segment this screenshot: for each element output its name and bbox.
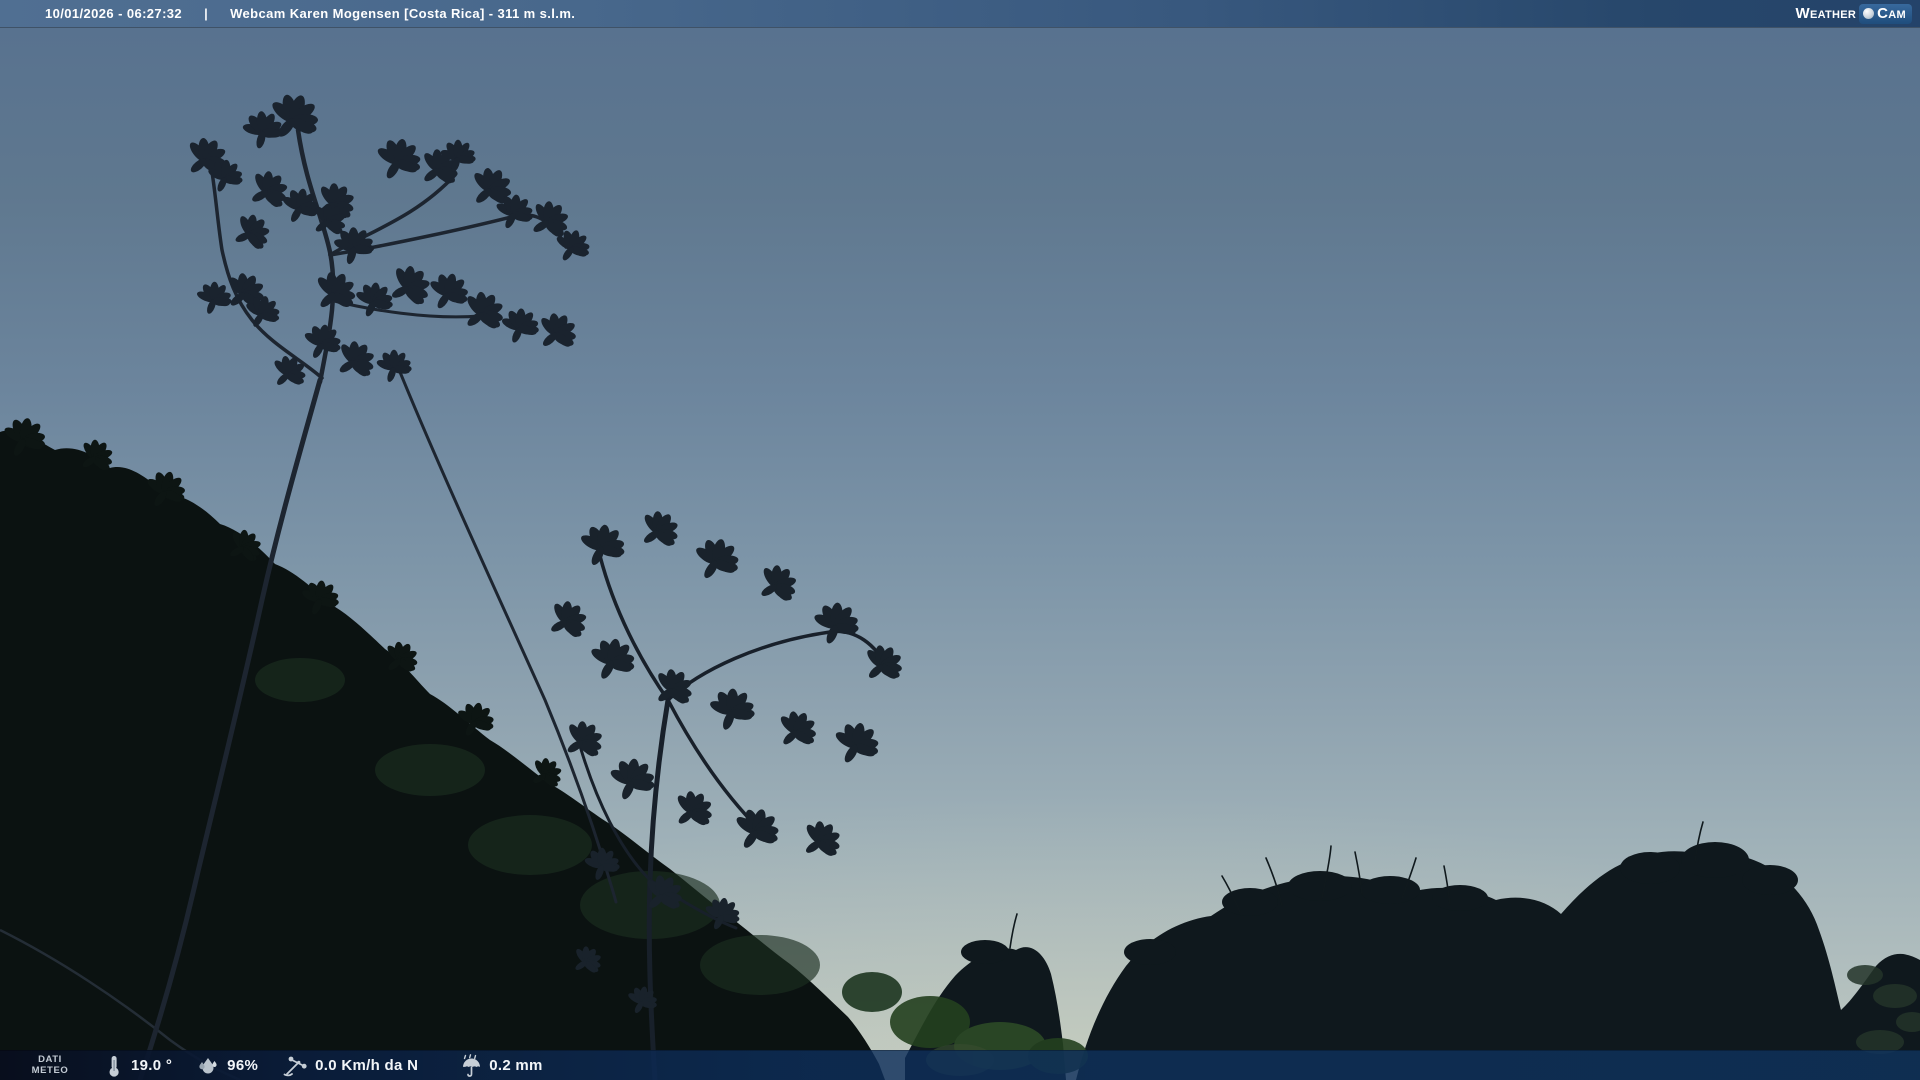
scene-silhouettes (0, 0, 1920, 1080)
wind-metric: 0.0 Km/h da N (282, 1054, 418, 1078)
datetime-label: 10/01/2026 - 06:27:32 (45, 6, 182, 21)
temperature-value: 19.0 ° (131, 1057, 172, 1074)
thermometer-icon (104, 1054, 124, 1078)
humidity-value: 96% (227, 1057, 258, 1074)
dati-meteo-label: DATI METEO (20, 1055, 80, 1077)
wind-value: 0.0 Km/h da N (315, 1057, 418, 1074)
rain-metric: 0.2 mm (460, 1054, 543, 1078)
webcam-photo-sky (0, 0, 1920, 1080)
temperature-metric: 19.0 ° (104, 1054, 172, 1078)
logo-word-cam: Cam (1877, 5, 1906, 22)
globe-icon (1863, 8, 1874, 19)
rain-value: 0.2 mm (489, 1057, 543, 1074)
top-info-bar: 10/01/2026 - 06:27:32 | Webcam Karen Mog… (0, 0, 1920, 27)
webcam-title: Webcam Karen Mogensen [Costa Rica] - 311… (230, 6, 575, 21)
weathercam-logo[interactable]: Weather Cam (1795, 4, 1912, 24)
forest-left (0, 414, 885, 1080)
logo-word-weather: Weather (1795, 5, 1856, 22)
logo-badge: Cam (1859, 4, 1912, 24)
humidity-icon (196, 1054, 220, 1078)
webcam-viewer: 10/01/2026 - 06:27:32 | Webcam Karen Mog… (0, 0, 1920, 1080)
rain-icon (460, 1054, 482, 1078)
separator: | (204, 6, 208, 21)
wind-icon (282, 1054, 308, 1078)
humidity-metric: 96% (196, 1054, 258, 1078)
weather-data-bar: DATI METEO 19.0 ° 96% (0, 1050, 1920, 1080)
